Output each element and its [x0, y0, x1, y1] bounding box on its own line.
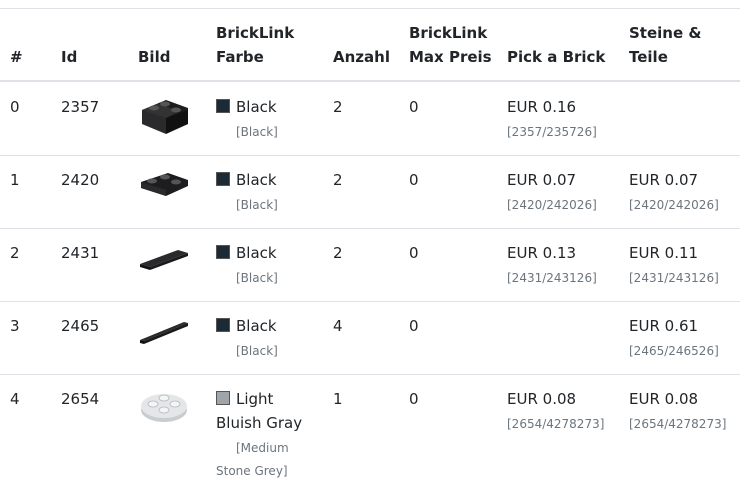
row-id: 2357 — [61, 98, 100, 116]
row-num: 1 — [10, 171, 20, 189]
color-name: Black — [236, 317, 277, 335]
steine-ref: [2420/242026] — [629, 198, 719, 212]
row-max-price: 0 — [409, 317, 419, 335]
row-divider — [0, 155, 740, 156]
row-max-price: 0 — [409, 390, 419, 408]
row-num: 2 — [10, 244, 20, 262]
header-steine-line1: Steine & — [629, 24, 702, 42]
plate-corner-2x2-icon — [141, 173, 188, 196]
tile-1x4-icon — [140, 250, 188, 270]
row-max-price: 0 — [409, 244, 419, 262]
header-num: # — [10, 48, 23, 66]
pab-ref: [2431/243126] — [507, 271, 597, 285]
color-name: Black — [236, 98, 277, 116]
color-sub-line2: Stone Grey] — [216, 464, 288, 478]
color-name-line1: Light — [236, 390, 274, 408]
color-sub: [Black] — [236, 271, 278, 285]
row-color: Black — [216, 95, 277, 119]
header-maxpreis-line2: Max Preis — [409, 48, 492, 66]
color-sub: [Black] — [236, 125, 278, 139]
steine-ref: [2465/246526] — [629, 344, 719, 358]
row-color: Black — [216, 314, 277, 338]
header-farbe-line2: Farbe — [216, 48, 264, 66]
steine-price: EUR 0.07 — [629, 171, 699, 189]
color-swatch — [216, 172, 230, 186]
row-num: 4 — [10, 390, 20, 408]
row-num: 3 — [10, 317, 20, 335]
header-steine-line2: Teile — [629, 48, 668, 66]
steine-ref: [2431/243126] — [629, 271, 719, 285]
row-divider — [0, 228, 740, 229]
round-plate-2x2-icon — [141, 394, 187, 422]
row-color: Black — [216, 168, 277, 192]
row-count: 2 — [333, 98, 343, 116]
color-swatch — [216, 391, 230, 405]
color-name: Black — [236, 171, 277, 189]
header-bild: Bild — [138, 48, 171, 66]
color-swatch — [216, 245, 230, 259]
row-id: 2420 — [61, 171, 100, 189]
row-divider — [0, 374, 740, 375]
pab-price: EUR 0.16 — [507, 98, 577, 116]
row-count: 1 — [333, 390, 343, 408]
pab-price: EUR 0.13 — [507, 244, 577, 262]
row-count: 2 — [333, 244, 343, 262]
steine-ref: [2654/4278273] — [629, 417, 727, 431]
color-name-line2: Bluish Gray — [216, 414, 303, 432]
header-maxpreis-line1: BrickLink — [409, 24, 488, 42]
row-max-price: 0 — [409, 98, 419, 116]
color-sub: [Black] — [236, 198, 278, 212]
row-id: 2465 — [61, 317, 100, 335]
pab-ref: [2654/4278273] — [507, 417, 605, 431]
pab-ref: [2420/242026] — [507, 198, 597, 212]
steine-price: EUR 0.61 — [629, 317, 699, 335]
header-id: Id — [61, 48, 78, 66]
steine-price: EUR 0.11 — [629, 244, 699, 262]
color-sub-line1: [Medium — [236, 441, 289, 455]
pab-ref: [2357/235726] — [507, 125, 597, 139]
row-id: 2431 — [61, 244, 100, 262]
color-swatch — [216, 318, 230, 332]
row-count: 2 — [333, 171, 343, 189]
row-count: 4 — [333, 317, 343, 335]
color-name: Black — [236, 244, 277, 262]
brick-1x16-icon — [140, 322, 188, 344]
row-id: 2654 — [61, 390, 100, 408]
header-divider — [0, 80, 740, 82]
color-sub: [Black] — [236, 344, 278, 358]
row-num: 0 — [10, 98, 20, 116]
steine-price: EUR 0.08 — [629, 390, 699, 408]
table-top-border — [0, 8, 740, 9]
row-divider — [0, 301, 740, 302]
header-anzahl: Anzahl — [333, 48, 390, 66]
pab-price: EUR 0.08 — [507, 390, 577, 408]
pab-price: EUR 0.07 — [507, 171, 577, 189]
header-pick-a-brick: Pick a Brick — [507, 48, 606, 66]
color-swatch — [216, 99, 230, 113]
row-color: Light — [216, 387, 273, 411]
row-color: Black — [216, 241, 277, 265]
brick-corner-2x2-icon — [142, 100, 188, 134]
header-farbe-line1: BrickLink — [216, 24, 295, 42]
row-max-price: 0 — [409, 171, 419, 189]
